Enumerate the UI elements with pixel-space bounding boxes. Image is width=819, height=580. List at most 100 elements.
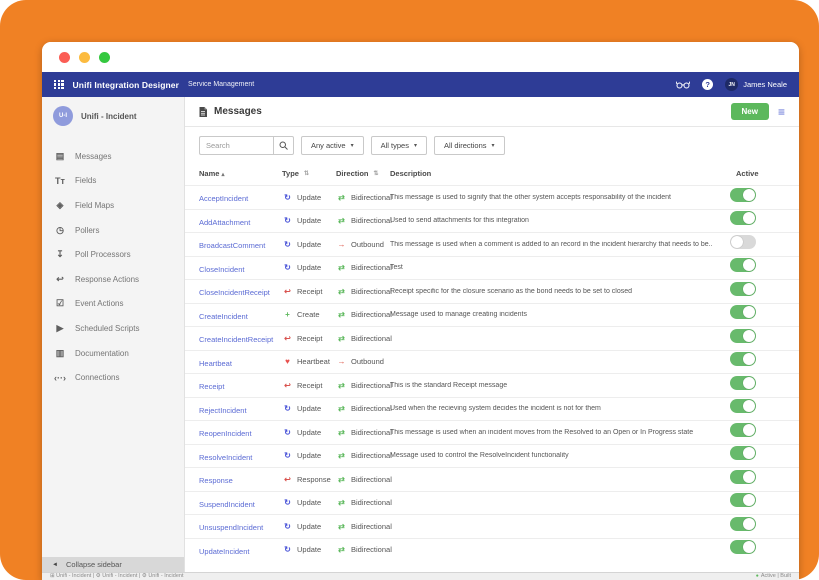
sidebar-nav: ▤ Messages Tт Fields ◈ Field Maps: [42, 144, 184, 390]
direction-filter-dropdown[interactable]: All directions ▾: [434, 136, 505, 155]
type-label: Update: [297, 404, 321, 413]
maximize-window-button[interactable]: [99, 52, 110, 63]
direction-icon: ⇄: [336, 451, 347, 460]
sort-icon: ⇅: [374, 170, 379, 177]
table-row: ResolveIncident ↻ Update ⇄ Bidirectional…: [185, 444, 799, 468]
sidebar-item-poll-processors[interactable]: ↧ Poll Processors: [42, 242, 184, 267]
file-icon: ▤: [54, 151, 66, 162]
text-format-icon: Tт: [54, 176, 66, 186]
sidebar-item-field-maps[interactable]: ◈ Field Maps: [42, 193, 184, 218]
active-toggle[interactable]: [730, 423, 756, 437]
direction-icon: ⇄: [336, 428, 347, 437]
active-toggle[interactable]: [730, 493, 756, 507]
type-icon: ↻: [282, 545, 293, 554]
active-toggle[interactable]: [730, 258, 756, 272]
type-icon: ↻: [282, 451, 293, 460]
type-filter-dropdown[interactable]: All types ▾: [371, 136, 427, 155]
sidebar-item-documentation[interactable]: ▥ Documentation: [42, 341, 184, 366]
message-name-link[interactable]: BroadcastComment: [199, 241, 265, 250]
message-name-link[interactable]: SuspendIncident: [199, 500, 255, 509]
description-text: Used to send attachments for this integr…: [390, 217, 713, 224]
active-toggle[interactable]: [730, 470, 756, 484]
type-icon: ↻: [282, 522, 293, 531]
footer-tabs[interactable]: ⊞ Unifi - Incident | ⚙ Unifi - Incident …: [50, 573, 184, 579]
message-name-link[interactable]: UnsuspendIncident: [199, 523, 263, 532]
table-row: Receipt ↩ Receipt ⇄ Bidirectional This i…: [185, 373, 799, 397]
sidebar-item-fields[interactable]: Tт Fields: [42, 169, 184, 194]
table-row: Response ↩ Response ⇄ Bidirectional: [185, 467, 799, 491]
type-label: Receipt: [297, 287, 322, 296]
column-header-name[interactable]: Name▴: [199, 169, 282, 178]
apps-grid-icon[interactable]: [54, 80, 64, 90]
user-avatar[interactable]: JN: [725, 78, 738, 91]
user-name[interactable]: James Neale: [743, 80, 787, 89]
direction-label: Bidirectional: [351, 216, 392, 225]
description-text: Message used to manage creating incident…: [390, 311, 713, 318]
message-name-link[interactable]: ReopenIncident: [199, 429, 252, 438]
message-name-link[interactable]: ResolveIncident: [199, 453, 252, 462]
search-button[interactable]: [273, 136, 294, 155]
clock-icon: ◷: [54, 225, 66, 236]
message-name-link[interactable]: Response: [199, 476, 233, 485]
type-icon: ↩: [282, 334, 293, 343]
direction-label: Bidirectional: [351, 545, 392, 554]
chevron-down-icon: ▾: [492, 142, 495, 149]
search-input[interactable]: [199, 136, 273, 155]
spectacles-icon[interactable]: [676, 80, 690, 89]
hamburger-menu-icon[interactable]: ≡: [778, 106, 785, 118]
message-name-link[interactable]: CloseIncident: [199, 265, 244, 274]
active-toggle[interactable]: [730, 188, 756, 202]
collapse-sidebar-button[interactable]: ◄ Collapse sidebar: [42, 557, 184, 572]
browser-window: Unifi Integration Designer Service Manag…: [42, 42, 799, 580]
message-name-link[interactable]: UpdateIncident: [199, 547, 249, 556]
active-toggle[interactable]: [730, 235, 756, 249]
chevron-down-icon: ▾: [414, 142, 417, 149]
message-name-link[interactable]: AddAttachment: [199, 218, 250, 227]
direction-icon: ⇄: [336, 310, 347, 319]
active-toggle[interactable]: [730, 352, 756, 366]
column-header-direction[interactable]: Direction⇅: [336, 169, 390, 178]
sidebar-item-connections[interactable]: ‹··› Connections: [42, 365, 184, 390]
message-name-link[interactable]: CreateIncident: [199, 312, 248, 321]
active-toggle[interactable]: [730, 211, 756, 225]
new-button[interactable]: New: [731, 103, 769, 120]
message-name-link[interactable]: Heartbeat: [199, 359, 232, 368]
message-name-link[interactable]: CreateIncidentReceipt: [199, 335, 273, 344]
message-name-link[interactable]: CloseIncidentReceipt: [199, 288, 270, 297]
minimize-window-button[interactable]: [79, 52, 90, 63]
close-window-button[interactable]: [59, 52, 70, 63]
help-icon[interactable]: ?: [702, 79, 713, 90]
book-icon: ▥: [54, 348, 66, 359]
sidebar-item-response-actions[interactable]: ↩ Response Actions: [42, 267, 184, 292]
sidebar-item-event-actions[interactable]: ☑ Event Actions: [42, 292, 184, 317]
active-toggle[interactable]: [730, 540, 756, 554]
active-toggle[interactable]: [730, 446, 756, 460]
sort-icon: ⇅: [304, 170, 309, 177]
message-name-link[interactable]: Receipt: [199, 382, 224, 391]
main-content: Messages New ≡ Any active ▾: [185, 97, 799, 572]
message-name-link[interactable]: RejectIncident: [199, 406, 247, 415]
direction-label: Bidirectional: [351, 428, 392, 437]
sidebar-item-scheduled-scripts[interactable]: ▶ Scheduled Scripts: [42, 316, 184, 341]
active-toggle[interactable]: [730, 517, 756, 531]
workspace-header[interactable]: U-I Unifi - Incident: [42, 97, 184, 132]
type-label: Update: [297, 451, 321, 460]
active-toggle[interactable]: [730, 376, 756, 390]
sidebar-item-messages[interactable]: ▤ Messages: [42, 144, 184, 169]
map-icon: ◈: [54, 200, 66, 211]
type-icon: +: [282, 310, 293, 319]
sidebar: U-I Unifi - Incident ▤ Messages Tт Field…: [42, 97, 185, 572]
active-toggle[interactable]: [730, 305, 756, 319]
active-toggle[interactable]: [730, 329, 756, 343]
column-header-type[interactable]: Type⇅: [282, 169, 336, 178]
active-toggle[interactable]: [730, 282, 756, 296]
table-row: CloseIncident ↻ Update ⇄ Bidirectional T…: [185, 256, 799, 280]
type-icon: ↻: [282, 404, 293, 413]
active-filter-dropdown[interactable]: Any active ▾: [301, 136, 364, 155]
active-toggle[interactable]: [730, 399, 756, 413]
type-icon: ↻: [282, 193, 293, 202]
sidebar-item-pollers[interactable]: ◷ Pollers: [42, 218, 184, 243]
sort-ascending-icon: ▴: [221, 172, 224, 178]
table-row: CreateIncidentReceipt ↩ Receipt ⇄ Bidire…: [185, 326, 799, 350]
message-name-link[interactable]: AcceptIncident: [199, 194, 248, 203]
